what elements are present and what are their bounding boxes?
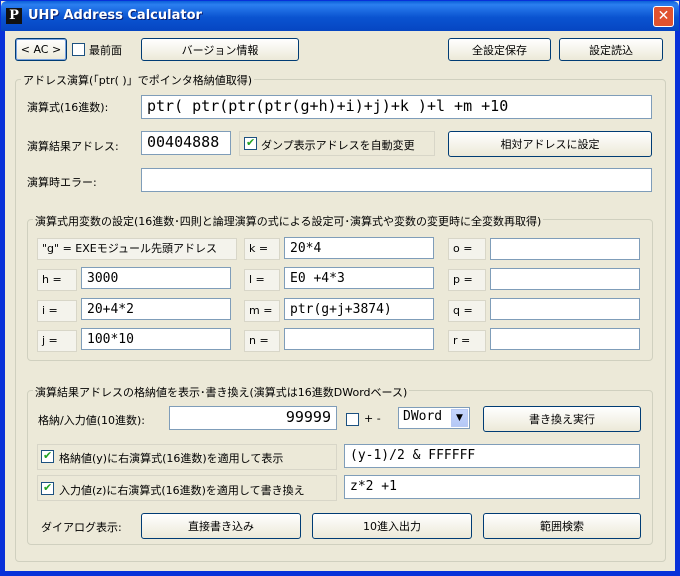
app-window: P UHP Address Calculator ✕ < AC > 最前面 バー… bbox=[0, 0, 680, 576]
window-frame-right bbox=[675, 31, 679, 575]
r-variable-input[interactable] bbox=[490, 328, 640, 350]
l-variable-label: l = bbox=[244, 269, 280, 291]
q-variable-input[interactable] bbox=[490, 298, 640, 320]
expression-input[interactable]: ptr( ptr(ptr(ptr(g+h)+i)+j)+k )+l +m +10 bbox=[141, 95, 652, 119]
expression-label: 演算式(16進数): bbox=[27, 101, 109, 114]
execute-rewrite-button[interactable]: 書き換え実行 bbox=[483, 406, 641, 432]
close-button[interactable]: ✕ bbox=[653, 6, 674, 27]
p-variable-label: p = bbox=[448, 269, 486, 291]
version-info-button[interactable]: バージョン情報 bbox=[141, 38, 299, 61]
store-value-group-title: 演算結果アドレスの格納値を表示･書き換え(演算式は16進数DWordベース) bbox=[33, 384, 410, 400]
j-variable-input[interactable]: 100*10 bbox=[81, 328, 231, 350]
apply-z-checkbox[interactable] bbox=[41, 481, 54, 495]
sign-checkbox[interactable] bbox=[346, 413, 359, 426]
i-variable-label: i = bbox=[37, 300, 77, 322]
j-variable-label: j = bbox=[37, 330, 77, 352]
range-search-button[interactable]: 範囲検索 bbox=[483, 513, 641, 539]
o-variable-input[interactable] bbox=[490, 238, 640, 260]
variables-group-title: 演算式用変数の設定(16進数･四則と論理演算の式による設定可･演算式や変数の変更… bbox=[33, 213, 544, 229]
title-bar[interactable]: P UHP Address Calculator ✕ bbox=[1, 1, 679, 31]
io-value-label: 格納/入力値(10進数): bbox=[38, 414, 145, 427]
dialog-display-label: ダイアログ表示: bbox=[41, 521, 122, 534]
l-variable-input[interactable]: E0 +4*3 bbox=[284, 267, 434, 289]
k-variable-label: k = bbox=[244, 238, 280, 260]
window-frame-bottom bbox=[1, 571, 679, 575]
app-icon: P bbox=[6, 8, 22, 24]
apply-y-checkbox[interactable] bbox=[41, 449, 54, 463]
o-variable-label: o = bbox=[448, 238, 486, 260]
k-variable-input[interactable]: 20*4 bbox=[284, 237, 434, 259]
h-variable-label: h = bbox=[37, 269, 77, 291]
calc-error-field[interactable] bbox=[141, 168, 652, 192]
result-address-label: 演算結果アドレス: bbox=[27, 140, 119, 153]
data-type-select[interactable]: DWord ▼ bbox=[398, 407, 470, 429]
window-frame-left bbox=[1, 31, 5, 575]
save-all-settings-button[interactable]: 全設定保存 bbox=[448, 38, 551, 61]
always-on-top-label: 最前面 bbox=[89, 44, 122, 57]
decimal-io-button[interactable]: 10進入出力 bbox=[312, 513, 472, 539]
direct-write-button[interactable]: 直接書き込み bbox=[141, 513, 301, 539]
p-variable-input[interactable] bbox=[490, 268, 640, 290]
n-variable-input[interactable] bbox=[284, 328, 434, 350]
q-variable-label: q = bbox=[448, 300, 486, 322]
load-settings-button[interactable]: 設定読込 bbox=[559, 38, 663, 61]
always-on-top-checkbox[interactable] bbox=[72, 43, 85, 56]
window-title: UHP Address Calculator bbox=[28, 8, 202, 23]
io-value-input[interactable]: 99999 bbox=[169, 406, 337, 430]
data-type-value: DWord bbox=[403, 409, 443, 424]
i-variable-input[interactable]: 20+4*2 bbox=[81, 298, 231, 320]
n-variable-label: n = bbox=[244, 330, 280, 352]
result-address-input[interactable]: 00404888 bbox=[141, 131, 231, 155]
ac-button[interactable]: < AC > bbox=[15, 38, 67, 61]
m-variable-input[interactable]: ptr(g+j+3874) bbox=[284, 298, 434, 320]
g-variable-label: "g" = EXEモジュール先頭アドレス bbox=[37, 238, 237, 260]
apply-y-expression-input[interactable]: (y-1)/2 & FFFFFF bbox=[344, 444, 640, 468]
chevron-down-icon[interactable]: ▼ bbox=[451, 409, 468, 427]
r-variable-label: r = bbox=[448, 330, 486, 352]
apply-y-label: 格納値(y)に右演算式(16進数)を適用して表示 bbox=[59, 452, 284, 465]
auto-change-label: ダンプ表示アドレスを自動変更 bbox=[261, 139, 415, 152]
calc-error-label: 演算時エラー: bbox=[27, 176, 97, 189]
m-variable-label: m = bbox=[244, 300, 280, 322]
apply-z-expression-input[interactable]: z*2 +1 bbox=[344, 475, 640, 499]
set-relative-address-button[interactable]: 相対アドレスに設定 bbox=[448, 131, 652, 157]
sign-label: + - bbox=[364, 412, 381, 425]
apply-z-label: 入力値(z)に右演算式(16進数)を適用して書き換え bbox=[59, 484, 305, 497]
auto-change-checkbox[interactable] bbox=[244, 136, 257, 150]
address-calc-group-title: アドレス演算(「ptr( )」でポインタ格納値取得) bbox=[21, 72, 254, 88]
h-variable-input[interactable]: 3000 bbox=[81, 267, 231, 289]
